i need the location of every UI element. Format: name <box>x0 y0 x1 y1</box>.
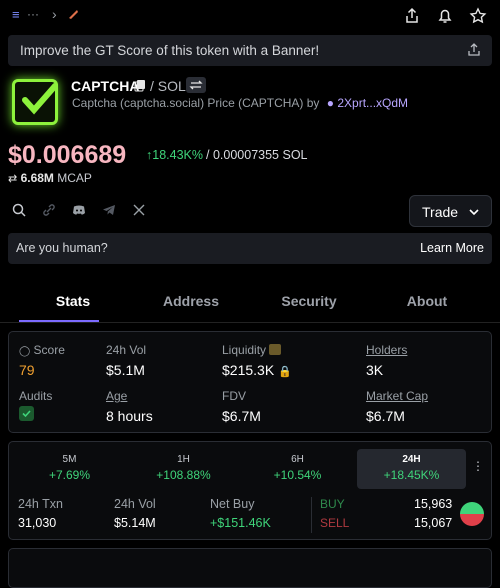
period-change: +108.88% <box>156 468 211 482</box>
period-card: 5M +7.69% 1H +108.88% 6H +10.54% 24H +18… <box>8 441 492 540</box>
net-buy-label: Net Buy <box>210 497 255 511</box>
tab-security[interactable]: Security <box>260 293 358 309</box>
price-change-value: 18.43K% <box>152 148 203 162</box>
shield-icon: ◯ <box>19 346 31 357</box>
period-label: 6H <box>291 454 304 465</box>
period-change: +10.54% <box>273 468 322 482</box>
banner-text: Improve the GT Score of this token with … <box>20 43 320 58</box>
period-label: 24H <box>402 454 421 465</box>
vol-value: $5.1M <box>106 362 145 378</box>
vol-24h-value: $5.14M <box>114 516 156 530</box>
tab-address[interactable]: Address <box>142 293 240 309</box>
period-5m[interactable]: 5M +7.69% <box>15 449 124 489</box>
swap-icon[interactable] <box>186 77 206 93</box>
trade-button[interactable]: Trade <box>409 195 492 227</box>
sol-price: / 0.00007355 SOL <box>206 148 308 162</box>
chevron-down-icon <box>469 209 479 216</box>
lock-badge-icon <box>269 344 282 355</box>
period-label: 5M <box>62 454 77 465</box>
fdv-label: FDV <box>222 389 246 403</box>
period-24h[interactable]: 24H +18.45K% <box>357 449 466 489</box>
buy-sell-ratio-icon <box>459 501 485 527</box>
fdv-value: $6.7M <box>222 408 261 424</box>
more-vertical-icon[interactable]: ⋮ <box>472 459 484 473</box>
sell-value: 15,067 <box>414 516 453 530</box>
upload-icon[interactable] <box>466 42 482 58</box>
market-cap-value: $6.7M <box>366 408 405 424</box>
token-logo <box>12 79 58 125</box>
period-label: 1H <box>177 454 190 465</box>
vol-label: 24h Vol <box>106 343 147 357</box>
mcap-row: ⇄ 6.68M MCAP <box>8 171 92 185</box>
more-icon[interactable]: ··· <box>27 7 39 21</box>
star-icon[interactable] <box>468 6 488 26</box>
token-price: $0.006689 <box>8 141 127 169</box>
token-name: CAPTCHA <box>71 78 140 94</box>
txn-value: 31,030 <box>18 516 57 530</box>
tab-about[interactable]: About <box>378 293 476 309</box>
holders-label[interactable]: Holders <box>366 343 407 357</box>
audit-check-icon[interactable] <box>19 406 34 421</box>
tabs-divider <box>0 322 500 323</box>
search-icon[interactable] <box>11 202 27 218</box>
learn-more-link[interactable]: Learn More <box>420 241 484 255</box>
top-bar: ≡ ··· › <box>0 0 500 32</box>
link-icon[interactable] <box>41 202 57 218</box>
liquidity-value-text: $215.3K <box>222 362 275 378</box>
menu-icon[interactable]: ≡ <box>12 7 20 22</box>
next-card <box>8 548 492 588</box>
period-1h[interactable]: 1H +108.88% <box>129 449 238 489</box>
token-subtitle: Captcha (captcha.social) Price (CAPTCHA)… <box>72 96 408 110</box>
liquidity-value: $215.3K 🔒 <box>222 362 292 378</box>
tab-stats[interactable]: Stats <box>24 293 122 309</box>
sol-price-value: 0.00007355 SOL <box>212 148 308 162</box>
x-twitter-icon[interactable] <box>131 202 147 218</box>
stats-card: ◯ Score 79 24h Vol $5.1M Liquidity $215.… <box>8 331 492 433</box>
liquidity-label: Liquidity <box>222 343 282 357</box>
age-label[interactable]: Age <box>106 389 127 403</box>
buy-label: BUY <box>320 497 345 511</box>
chevron-right-icon: › <box>52 6 57 22</box>
score-label[interactable]: ◯ Score <box>19 343 65 357</box>
swap-small-icon: ⇄ <box>8 173 18 185</box>
discord-icon[interactable] <box>71 202 87 218</box>
lock-icon: 🔒 <box>278 366 292 378</box>
age-value: 8 hours <box>106 408 153 424</box>
creator-link[interactable]: 2Xprt...xQdM <box>337 96 408 110</box>
sell-label: SELL <box>320 516 350 530</box>
price-separator: / <box>206 148 210 162</box>
human-check-bar: Are you human? Learn More <box>8 233 492 264</box>
trade-button-label: Trade <box>422 204 459 220</box>
flame-icon[interactable] <box>66 7 80 21</box>
mcap-value: 6.68M <box>20 171 54 185</box>
divider <box>311 497 312 533</box>
buy-value: 15,963 <box>414 497 453 511</box>
period-change: +18.45K% <box>383 468 440 482</box>
telegram-icon[interactable] <box>101 202 117 218</box>
txn-label: 24h Txn <box>18 497 63 511</box>
user-icon: ● <box>326 96 335 110</box>
score-value: 79 <box>19 362 35 378</box>
token-description: Captcha (captcha.social) Price (CAPTCHA)… <box>72 96 320 110</box>
share-icon[interactable] <box>402 6 422 26</box>
score-label-text: Score <box>33 343 65 357</box>
period-change: +7.69% <box>48 468 91 482</box>
net-buy-value: +$151.46K <box>210 516 271 530</box>
liquidity-label-text: Liquidity <box>222 343 267 357</box>
holders-value: 3K <box>366 362 384 378</box>
token-pair: / SOL <box>150 78 186 94</box>
market-cap-label[interactable]: Market Cap <box>366 389 428 403</box>
mcap-label: MCAP <box>57 171 92 185</box>
audits-label: Audits <box>19 389 53 403</box>
period-6h[interactable]: 6H +10.54% <box>243 449 352 489</box>
bell-icon[interactable] <box>435 6 455 26</box>
human-question: Are you human? <box>16 241 108 255</box>
vol-24h-label: 24h Vol <box>114 497 156 511</box>
copy-icon[interactable] <box>134 79 146 92</box>
banner-prompt[interactable]: Improve the GT Score of this token with … <box>8 35 492 66</box>
price-change: ↑18.43K% <box>146 148 203 162</box>
